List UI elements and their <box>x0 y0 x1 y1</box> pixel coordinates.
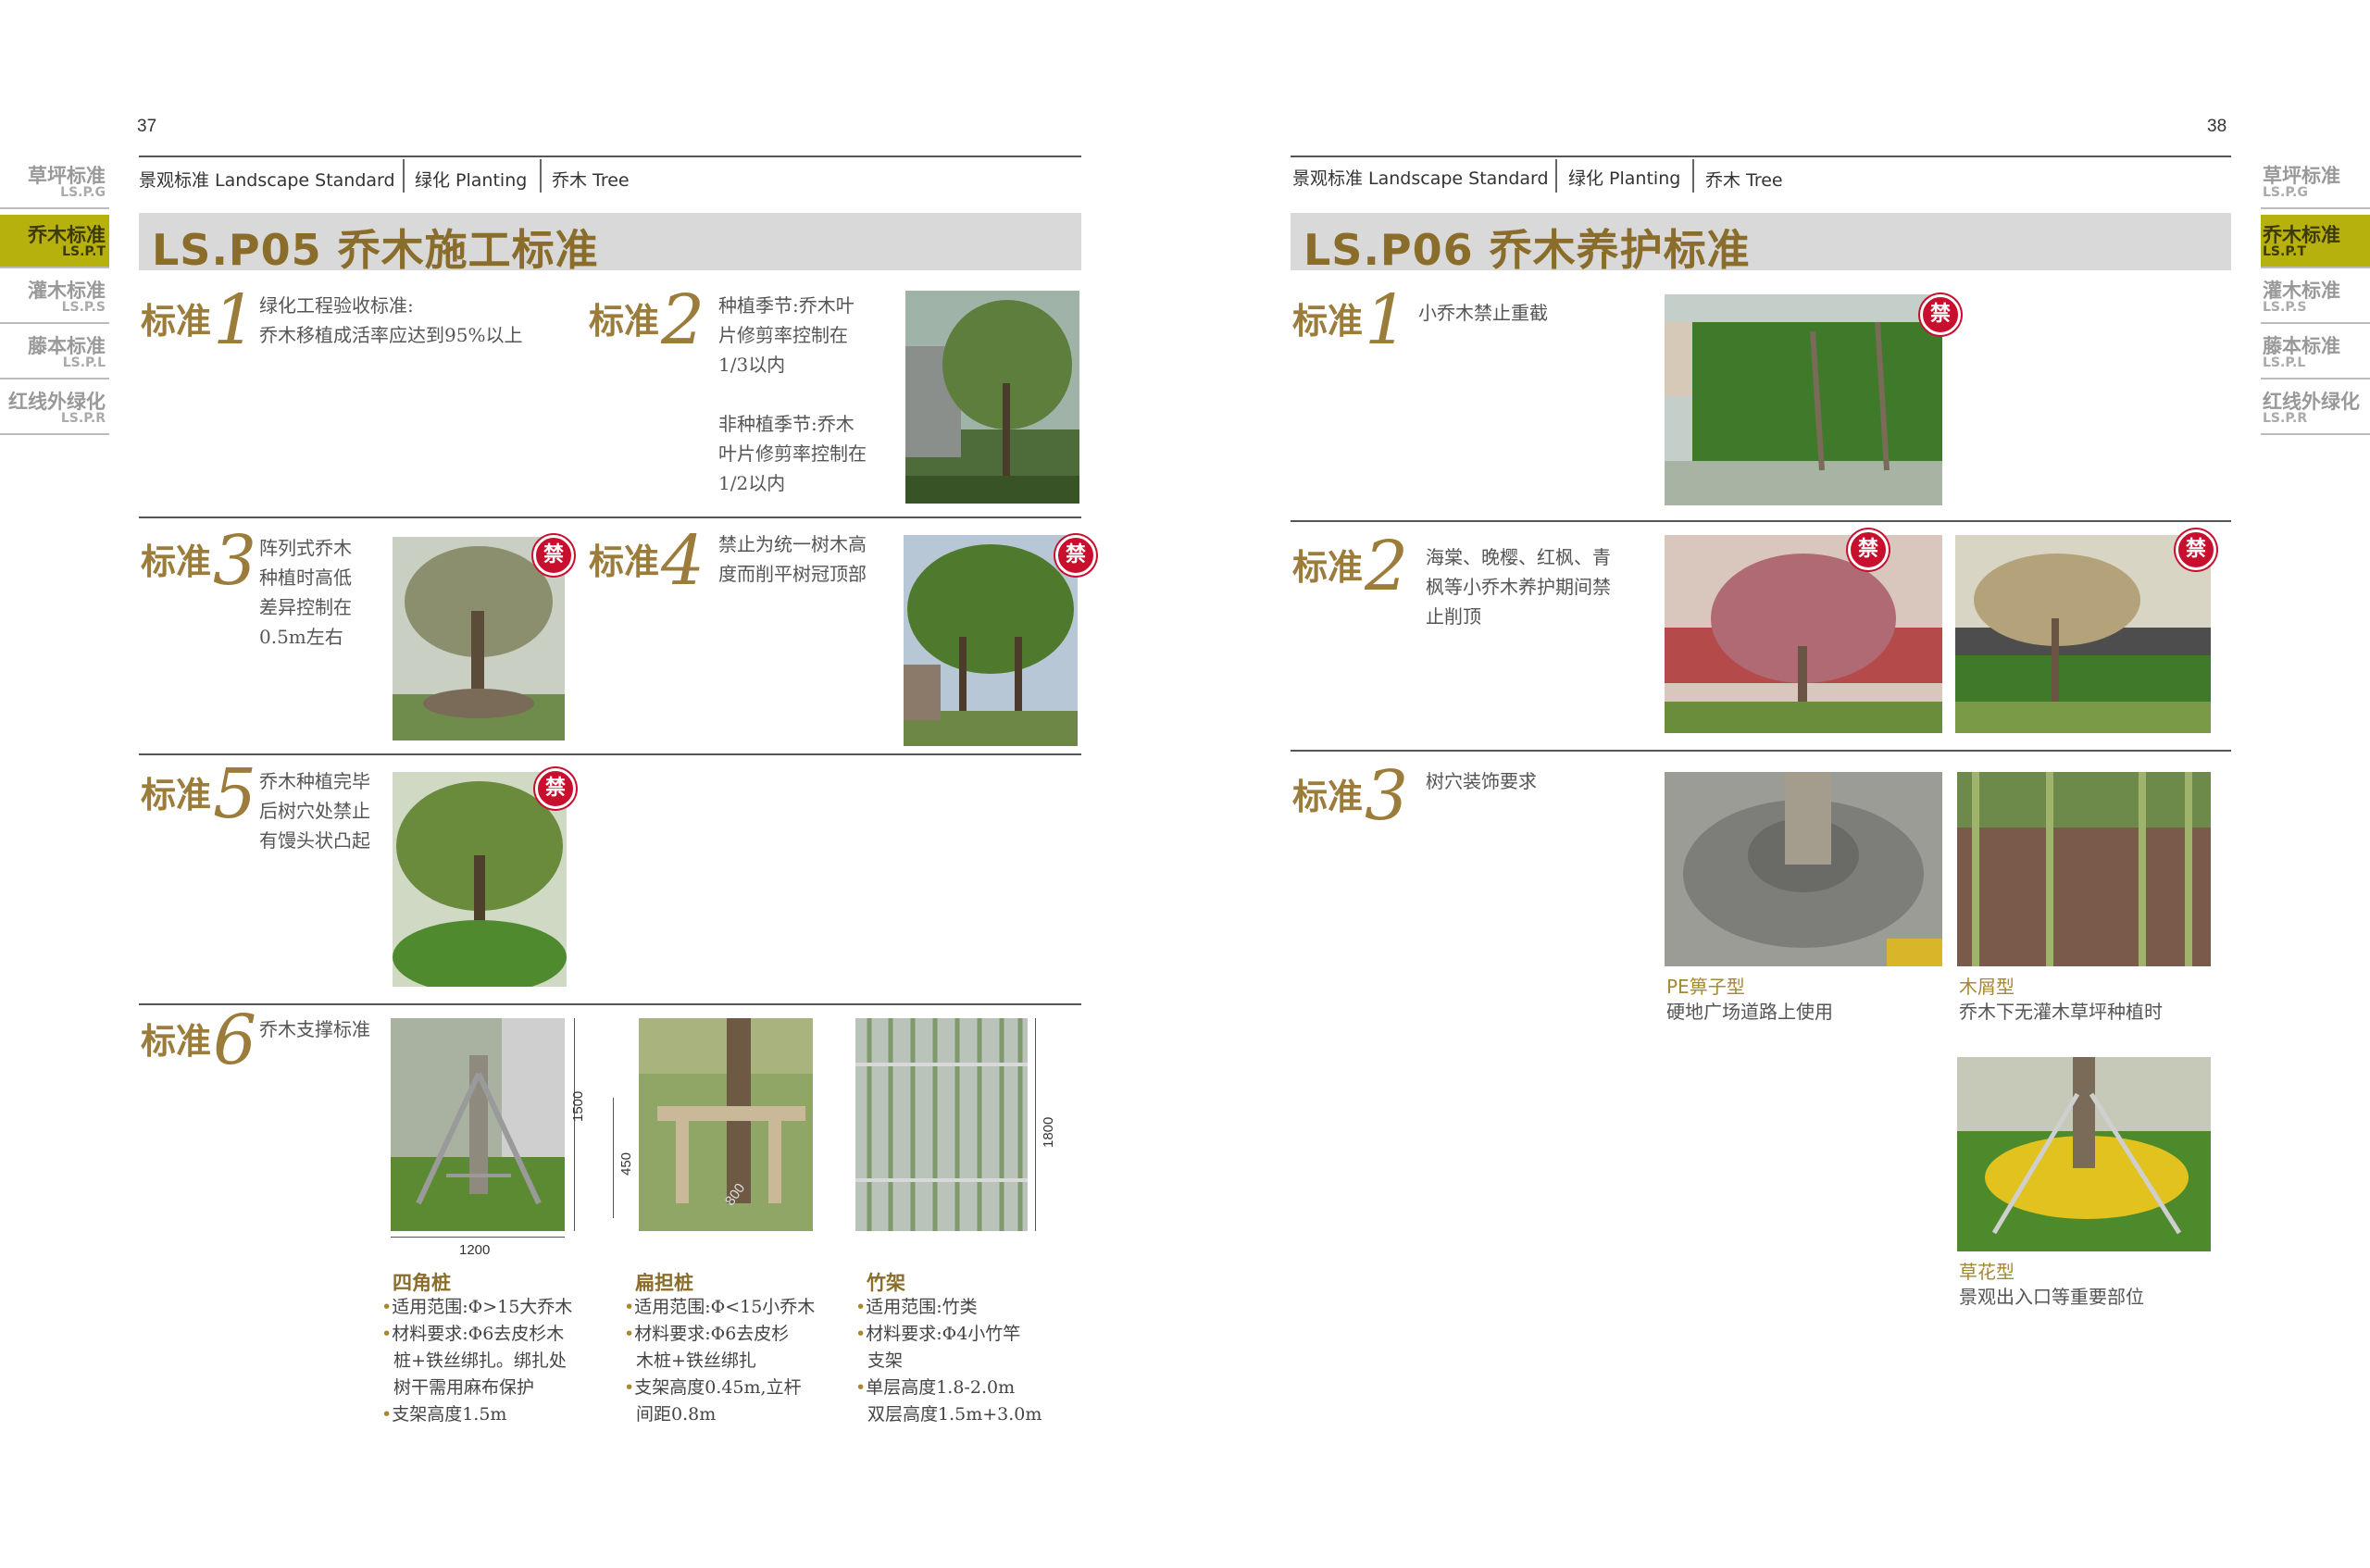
pit-type-desc: 硬地广场道路上使用 <box>1666 1001 1833 1023</box>
standard-1-heading: 标准1 <box>1292 280 1409 360</box>
page-number: 37 <box>137 117 157 136</box>
photo-hedge-trees <box>1665 294 1942 505</box>
breadcrumb-item[interactable]: 乔木 Tree <box>552 167 630 192</box>
breadcrumb-category[interactable]: 绿化 Planting <box>1568 165 1680 190</box>
photo-four-corner-stake <box>391 1018 565 1231</box>
support-name: 四角桩 <box>393 1272 451 1294</box>
standard-1-heading: 标准1 <box>141 280 257 360</box>
standard-5-heading: 标准5 <box>141 754 257 834</box>
divider <box>139 1003 1081 1005</box>
prohibited-icon: 禁 <box>533 535 574 576</box>
page-title-bar: LS.P06 乔木养护标准 <box>1291 213 2231 275</box>
standard-1-text: 绿化工程验收标准: 乔木移植成活率应达到95%以上 <box>259 294 523 346</box>
standard-2-heading: 标准2 <box>1292 527 1409 606</box>
photo-tree-planting-season <box>905 291 1079 504</box>
photo-mound-tree-pit <box>393 772 567 987</box>
standard-2-heading: 标准2 <box>589 280 705 360</box>
sidebar-item-tree[interactable]: 乔木标准 LS.P.T <box>0 215 109 268</box>
divider <box>1291 520 2231 522</box>
sidebar-item-shrub[interactable]: 灌木标准 LS.P.S <box>0 270 109 324</box>
standard-3-text: 树穴装饰要求 <box>1426 770 1537 792</box>
pit-type-name: 草花型 <box>1959 1261 2014 1283</box>
photo-wood-chip-pit <box>1957 772 2211 966</box>
page-title-bar: LS.P05 乔木施工标准 <box>139 213 1081 275</box>
dimension-width: 1200 <box>459 1242 491 1258</box>
photo-pe-grate-pit <box>1665 772 1942 966</box>
divider <box>139 753 1081 755</box>
standard-4-text: 禁止为统一树木高 度而削平树冠顶部 <box>718 533 867 585</box>
dimension-line <box>613 1098 614 1218</box>
page-title: LS.P06 乔木养护标准 <box>1304 225 1751 275</box>
photo-bamboo-frame <box>855 1018 1028 1231</box>
prohibited-icon: 禁 <box>1920 294 1961 335</box>
standard-1-text: 小乔木禁止重截 <box>1418 302 1548 324</box>
breadcrumb-separator <box>1555 159 1557 193</box>
standard-5-text: 乔木种植完毕 后树穴处禁止 有馒头状凸起 <box>259 770 370 852</box>
breadcrumb-separator <box>403 159 405 193</box>
standard-3-heading: 标准3 <box>1292 756 1409 836</box>
support-spec-list: •适用范围:竹类 •材料要求:Φ4小竹竿 支架 •单层高度1.8-2.0m 双层… <box>855 1297 1042 1425</box>
pit-type-desc: 乔木下无灌木草坪种植时 <box>1959 1001 2163 1023</box>
support-name: 扁担桩 <box>635 1272 693 1294</box>
sidebar-item-redline[interactable]: 红线外绿化 LS.P.R <box>0 381 109 435</box>
breadcrumb-section[interactable]: 景观标准 Landscape Standard <box>139 167 395 192</box>
breadcrumb-category[interactable]: 绿化 Planting <box>415 167 527 192</box>
divider <box>1291 156 2231 157</box>
support-spec-list: •适用范围:Φ<15小乔木 •材料要求:Φ6去皮杉 木桩+铁丝绑扎 •支架高度0… <box>624 1297 816 1425</box>
photo-flat-topped-trees <box>904 535 1078 746</box>
photo-flowering-tree-storefront <box>1665 535 1942 733</box>
photo-flower-pit <box>1957 1057 2211 1251</box>
breadcrumb-separator <box>1692 159 1694 193</box>
dimension-line <box>1035 1018 1036 1231</box>
breadcrumb-section[interactable]: 景观标准 Landscape Standard <box>1292 165 1549 190</box>
prohibited-icon: 禁 <box>1055 535 1096 576</box>
standard-2-text: 海棠、晚樱、红枫、青 枫等小乔木养护期间禁 止削顶 <box>1426 546 1611 628</box>
page-number: 38 <box>2207 117 2227 136</box>
breadcrumb-item[interactable]: 乔木 Tree <box>1705 167 1783 192</box>
divider <box>139 156 1081 157</box>
dimension-height: 1500 <box>570 1090 586 1122</box>
prohibited-icon: 禁 <box>535 768 576 809</box>
standard-3-text: 阵列式乔木 种植时高低 差异控制在 0.5m左右 <box>259 537 352 648</box>
breadcrumb-separator <box>540 159 542 193</box>
page-title: LS.P05 乔木施工标准 <box>152 225 599 275</box>
sidebar-item-lawn[interactable]: 草坪标准 LS.P.G <box>0 156 109 209</box>
sidebar-item-shrub[interactable]: 灌木标准 LS.P.S <box>2261 270 2370 324</box>
pit-type-name: PE箅子型 <box>1666 976 1745 998</box>
photo-small-tree-fence <box>1955 535 2211 733</box>
support-spec-list: •适用范围:Φ>15大乔木 •材料要求:Φ6去皮杉木 桩+铁丝绑扎。绑扎处 树干… <box>381 1297 573 1425</box>
dimension-height: 1800 <box>1041 1116 1056 1148</box>
prohibited-icon: 禁 <box>1848 529 1889 570</box>
divider <box>1291 750 2231 752</box>
standard-2-text: 种植季节:乔木叶 片修剪率控制在 1/3以内 非种植季节:乔木 叶片修剪率控制在… <box>718 294 867 494</box>
sidebar-item-vine[interactable]: 藤本标准 LS.P.L <box>0 326 109 380</box>
sidebar-item-lawn[interactable]: 草坪标准 LS.P.G <box>2261 156 2370 209</box>
dimension-line <box>574 1018 575 1231</box>
prohibited-icon: 禁 <box>2176 529 2216 570</box>
divider <box>139 516 1081 518</box>
standard-6-text: 乔木支撑标准 <box>259 1018 370 1040</box>
sidebar-item-vine[interactable]: 藤本标准 LS.P.L <box>2261 326 2370 380</box>
sidebar-item-redline[interactable]: 红线外绿化 LS.P.R <box>2261 381 2370 435</box>
dimension-height: 450 <box>618 1151 634 1176</box>
pit-type-desc: 景观出入口等重要部位 <box>1959 1286 2144 1308</box>
standard-3-heading: 标准3 <box>141 521 257 601</box>
sidebar-item-tree[interactable]: 乔木标准 LS.P.T <box>2261 215 2370 268</box>
pit-type-name: 木屑型 <box>1959 976 2014 998</box>
support-name: 竹架 <box>867 1272 905 1294</box>
standard-4-heading: 标准4 <box>589 521 705 601</box>
dimension-line <box>391 1237 565 1238</box>
standard-6-heading: 标准6 <box>141 1001 257 1080</box>
